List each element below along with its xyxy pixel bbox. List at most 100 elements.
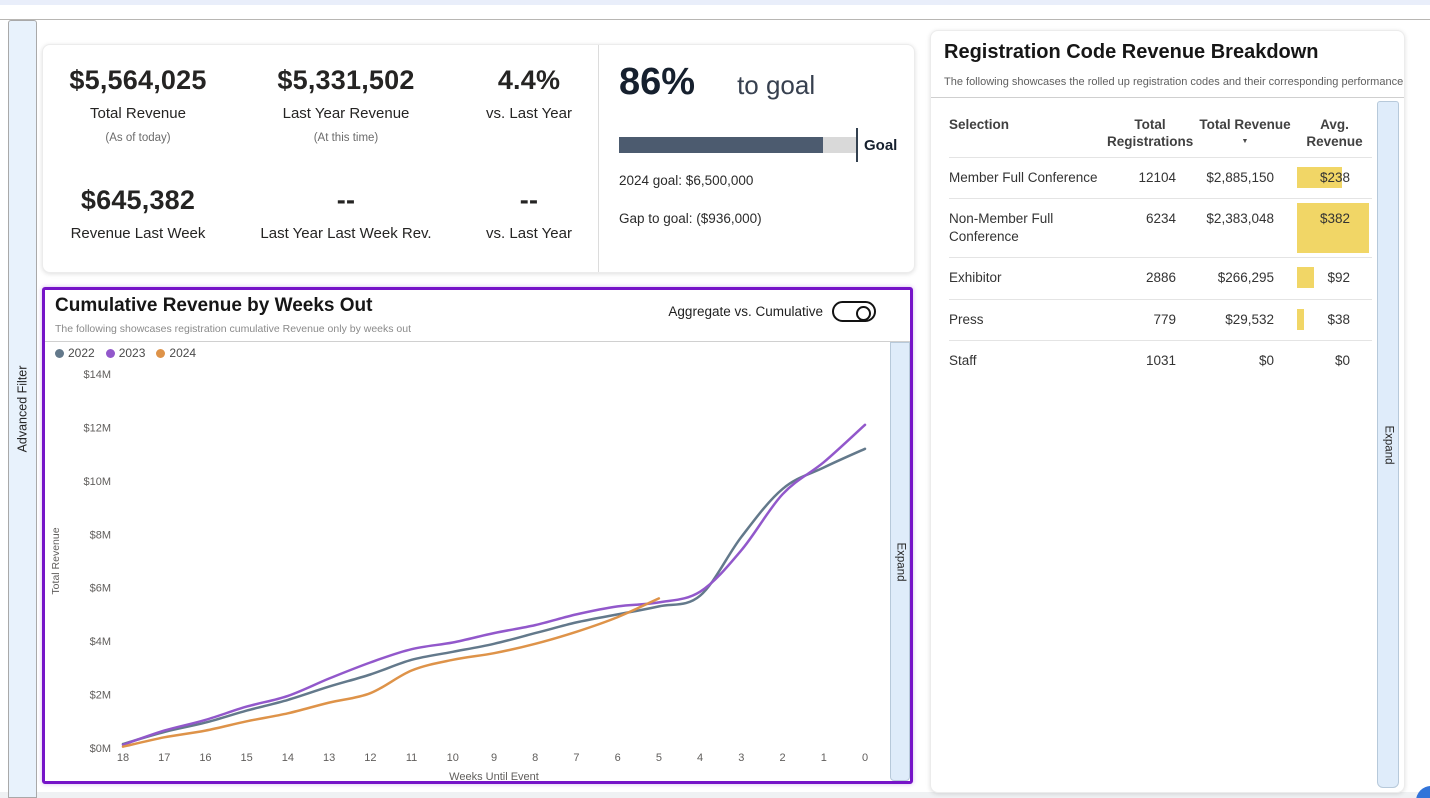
- selection-cell: Non-Member Full Conference: [949, 210, 1101, 246]
- x-tick-label: 5: [656, 752, 662, 764]
- revenue-cell: $2,885,150: [1199, 169, 1291, 187]
- x-tick-label: 16: [199, 752, 211, 764]
- aggregate-cumulative-toggle[interactable]: [832, 301, 876, 322]
- avg-revenue-bar: [1297, 309, 1304, 330]
- revenue-cell: $266,295: [1199, 269, 1291, 287]
- avg-revenue-cell: $38: [1297, 311, 1372, 329]
- goal-amount-text: 2024 goal: $6,500,000: [619, 173, 753, 188]
- chat-bubble-button[interactable]: [1416, 786, 1430, 798]
- column-header-total-registrations[interactable]: Total Registrations: [1107, 117, 1193, 151]
- column-header-avg-revenue[interactable]: Avg. Revenue: [1297, 117, 1372, 151]
- legend-label: 2023: [119, 346, 146, 360]
- advanced-filter-label: Advanced Filter: [16, 366, 30, 453]
- avg-revenue-cell: $92: [1297, 269, 1372, 287]
- x-tick-label: 12: [364, 752, 376, 764]
- goal-percent: 86%: [619, 61, 695, 104]
- breakdown-header-divider: [931, 97, 1404, 98]
- column-header-selection[interactable]: Selection: [949, 117, 1101, 151]
- x-tick-label: 11: [406, 752, 417, 764]
- x-tick-label: 10: [447, 752, 459, 764]
- expand-label: Expand: [894, 542, 906, 581]
- toggle-knob-icon: [856, 306, 871, 321]
- chart-legend: 2022 2023 2024: [55, 346, 196, 360]
- table-row[interactable]: Non-Member Full Conference6234$2,383,048…: [949, 199, 1372, 258]
- series-line-2023: [123, 425, 865, 745]
- avg-revenue-value: $382: [1320, 211, 1350, 226]
- table-row[interactable]: Press779$29,532$38: [949, 300, 1372, 341]
- x-tick-label: 8: [532, 752, 538, 764]
- goal-suffix: to goal: [737, 70, 815, 101]
- chart-subtitle: The following showcases registration cum…: [55, 323, 411, 335]
- x-axis-title: Weeks Until Event: [449, 771, 539, 781]
- registrations-cell: 12104: [1107, 169, 1193, 187]
- kpi-vs-last-year-week: -- vs. Last Year: [459, 167, 599, 272]
- kpi-label: Total Revenue: [90, 105, 186, 122]
- goal-headline: 86% to goal: [619, 61, 914, 104]
- breakdown-title: Registration Code Revenue Breakdown: [944, 41, 1319, 64]
- registrations-cell: 779: [1107, 311, 1193, 329]
- table-row[interactable]: Exhibitor2886$266,295$92: [949, 258, 1372, 299]
- chart-header: Cumulative Revenue by Weeks Out The foll…: [45, 290, 910, 342]
- kpi-value: --: [337, 185, 355, 216]
- registrations-cell: 1031: [1107, 352, 1193, 370]
- x-tick-label: 2: [779, 752, 785, 764]
- top-strip: [0, 0, 1430, 5]
- toggle-label: Aggregate vs. Cumulative: [668, 304, 823, 319]
- aggregate-cumulative-toggle-group: Aggregate vs. Cumulative: [668, 301, 876, 322]
- chart-expand-tab[interactable]: Expand: [890, 342, 910, 781]
- goal-panel: 86% to goal Goal 2024 goal: $6,500,000 G…: [599, 45, 914, 272]
- breakdown-expand-tab[interactable]: Expand: [1377, 101, 1399, 788]
- revenue-cell: $0: [1199, 352, 1291, 370]
- avg-revenue-cell: $238: [1297, 169, 1372, 187]
- legend-dot-icon: [156, 349, 165, 358]
- goal-progress-track: [619, 137, 856, 153]
- kpi-label: Last Year Last Week Rev.: [260, 225, 431, 242]
- kpi-label: vs. Last Year: [486, 225, 572, 242]
- avg-revenue-cell: $382: [1297, 210, 1372, 246]
- expand-label: Expand: [1382, 425, 1394, 464]
- goal-progress-fill: [619, 137, 823, 153]
- cumulative-revenue-chart-card[interactable]: Cumulative Revenue by Weeks Out The foll…: [42, 287, 913, 784]
- goal-marker-label: Goal: [864, 137, 897, 154]
- registrations-cell: 2886: [1107, 269, 1193, 287]
- x-tick-label: 9: [491, 752, 497, 764]
- registration-breakdown-card: Registration Code Revenue Breakdown The …: [930, 30, 1405, 793]
- goal-marker-line: [856, 128, 858, 162]
- kpi-revenue-last-week: $645,382 Revenue Last Week: [43, 167, 233, 272]
- y-tick-label: $6M: [90, 583, 111, 595]
- top-divider-line: [0, 19, 1430, 20]
- x-tick-label: 7: [573, 752, 579, 764]
- kpi-label: Last Year Revenue: [283, 105, 410, 122]
- column-header-total-revenue[interactable]: Total Revenue ▼: [1199, 117, 1291, 151]
- kpi-last-year-last-week: -- Last Year Last Week Rev.: [233, 167, 459, 272]
- registrations-cell: 6234: [1107, 210, 1193, 246]
- avg-revenue-value: $92: [1327, 270, 1350, 285]
- legend-dot-icon: [55, 349, 64, 358]
- kpi-vs-last-year: 4.4% vs. Last Year: [459, 45, 599, 167]
- avg-revenue-value: $238: [1320, 170, 1350, 185]
- breakdown-table: Selection Total Registrations Total Reve…: [949, 109, 1372, 381]
- kpi-last-year-revenue: $5,331,502 Last Year Revenue (At this ti…: [233, 45, 459, 167]
- legend-item-2022[interactable]: 2022: [55, 346, 95, 360]
- kpi-total-revenue: $5,564,025 Total Revenue (As of today): [43, 45, 233, 167]
- avg-revenue-value: $0: [1335, 353, 1350, 368]
- x-tick-label: 4: [697, 752, 703, 764]
- legend-dot-icon: [106, 349, 115, 358]
- y-tick-label: $0M: [90, 743, 111, 755]
- table-row[interactable]: Member Full Conference12104$2,885,150$23…: [949, 158, 1372, 199]
- avg-revenue-value: $38: [1327, 312, 1350, 327]
- legend-item-2023[interactable]: 2023: [106, 346, 146, 360]
- avg-revenue-bar: [1297, 267, 1314, 288]
- y-axis-title: Total Revenue: [50, 527, 62, 594]
- revenue-kpi-card: $5,564,025 Total Revenue (As of today) $…: [42, 44, 915, 273]
- x-tick-label: 6: [615, 752, 621, 764]
- table-row[interactable]: Staff1031$0$0: [949, 341, 1372, 381]
- advanced-filter-rail[interactable]: Advanced Filter: [8, 20, 37, 798]
- breakdown-subtitle: The following showcases the rolled up re…: [944, 76, 1403, 88]
- kpi-value: 4.4%: [498, 65, 560, 96]
- revenue-cell: $29,532: [1199, 311, 1291, 329]
- line-chart[interactable]: $0M$2M$4M$6M$8M$10M$12M$14M1817161514131…: [45, 342, 890, 781]
- legend-item-2024[interactable]: 2024: [156, 346, 196, 360]
- goal-gap-text: Gap to goal: ($936,000): [619, 211, 762, 226]
- x-tick-label: 13: [323, 752, 335, 764]
